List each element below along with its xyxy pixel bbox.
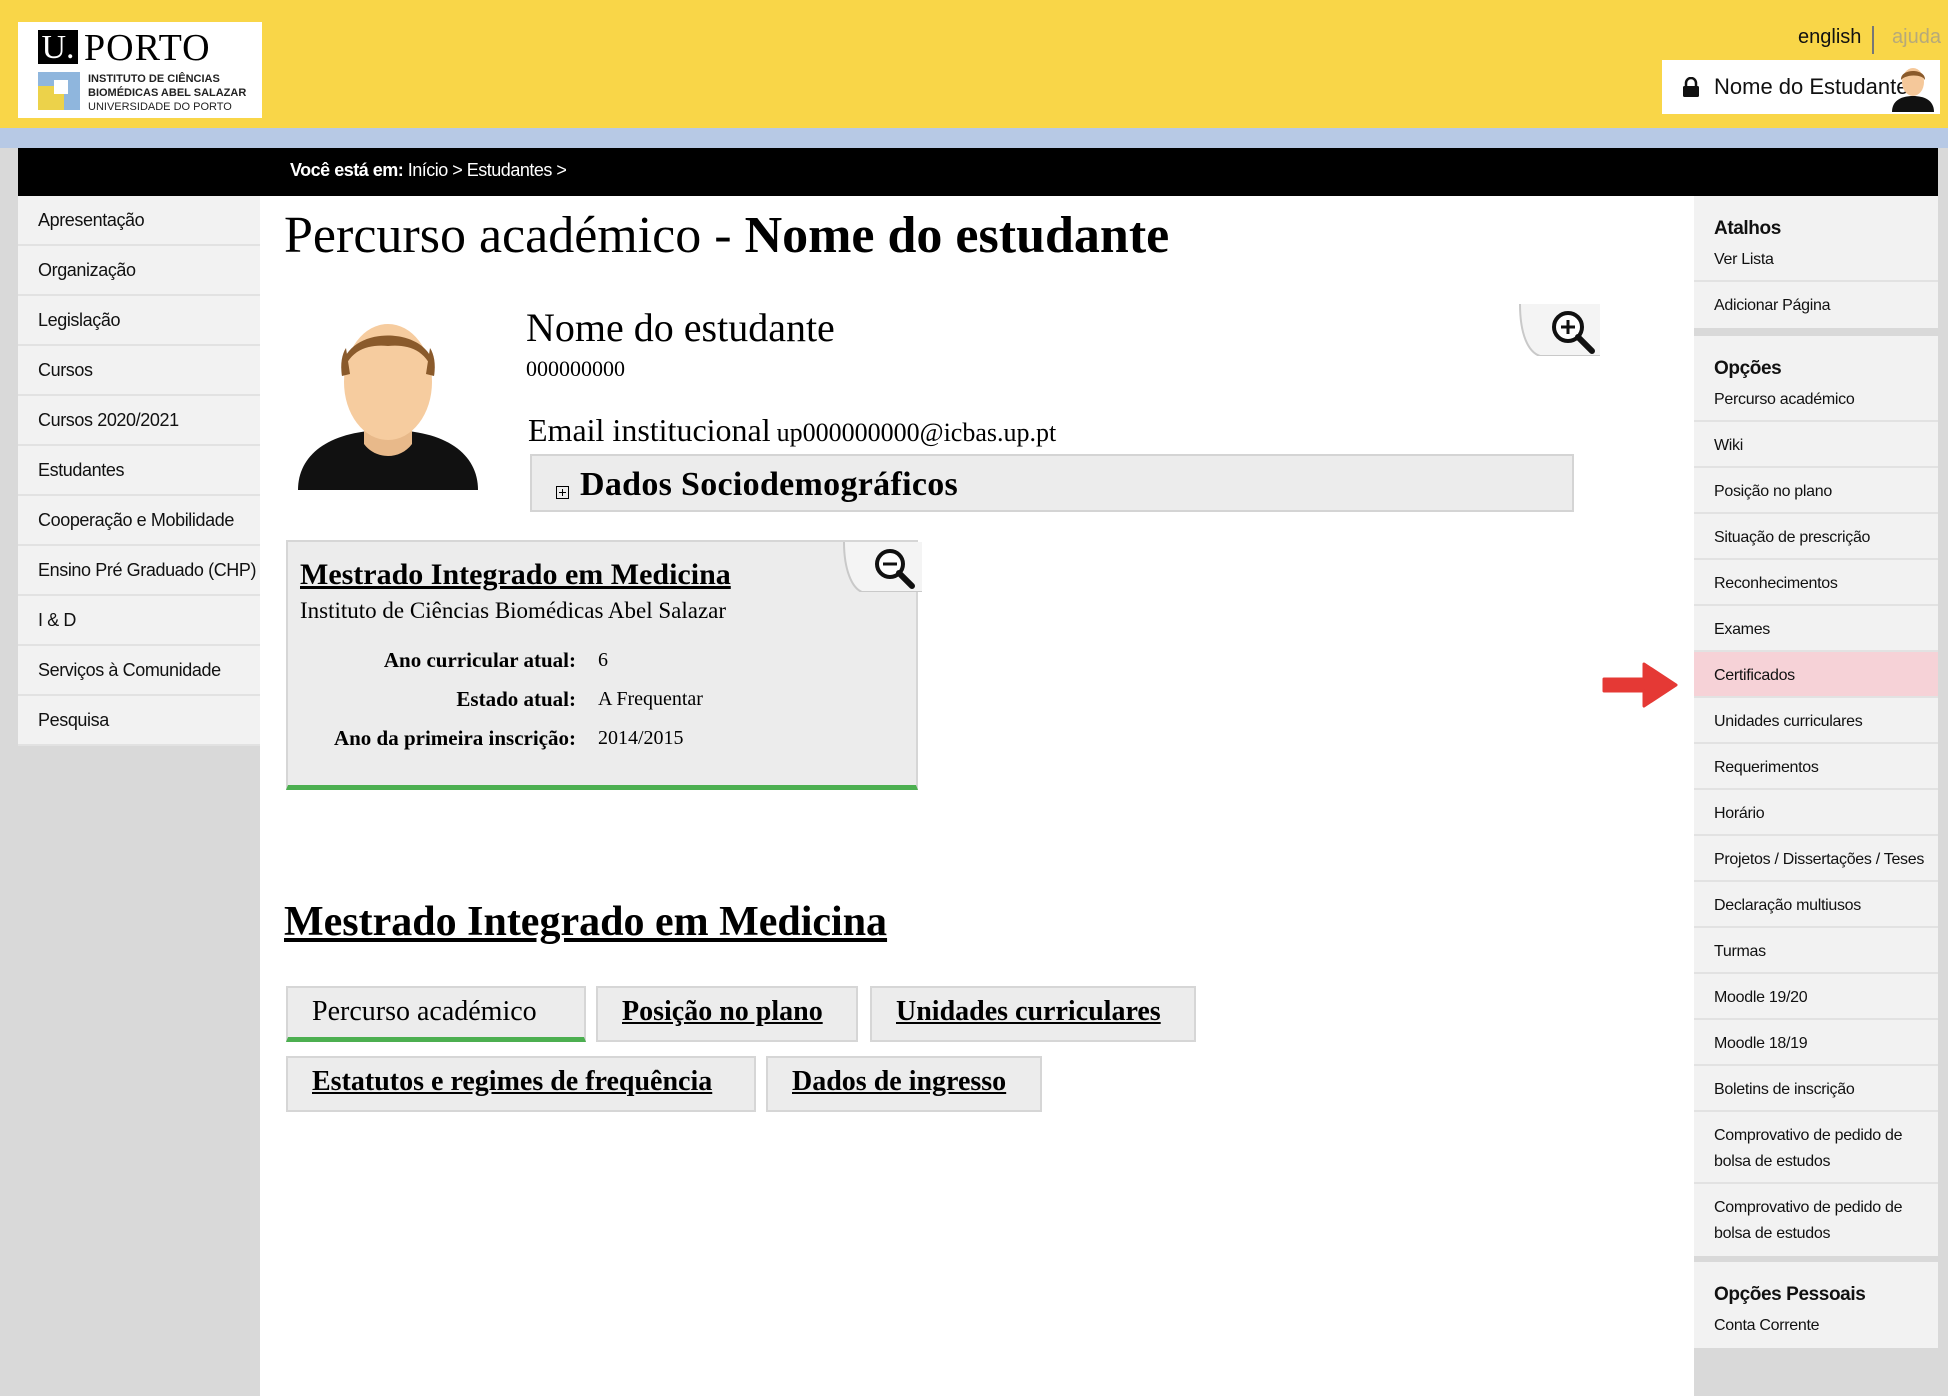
option-item[interactable]: Posição no plano	[1694, 468, 1938, 514]
left-nav-item[interactable]: Cursos 2020/2021	[18, 396, 260, 446]
site-header: U. PORTO INSTITUTO DE CIÊNCIAS BIOMÉDICA…	[0, 0, 1948, 128]
option-item[interactable]: Exames	[1694, 606, 1938, 652]
tab-posicao-no-plano[interactable]: Posição no plano	[596, 986, 858, 1042]
language-bar: english ajuda	[1760, 26, 1941, 54]
left-nav-item[interactable]: Cooperação e Mobilidade	[18, 496, 260, 546]
user-avatar-icon	[1892, 68, 1934, 112]
option-item[interactable]: Situação de prescrição	[1694, 514, 1938, 560]
help-link[interactable]: ajuda	[1892, 26, 1941, 49]
course-field-label: Ano curricular atual:	[383, 648, 576, 672]
left-nav-item[interactable]: I & D	[18, 596, 260, 646]
shortcuts-section: Atalhos Ver Lista Adicionar Página	[1694, 196, 1938, 328]
shortcuts-heading: Atalhos	[1714, 218, 1781, 239]
left-nav-item[interactable]: Legislação	[18, 296, 260, 346]
option-item[interactable]: Wiki	[1694, 422, 1938, 468]
option-item[interactable]: Comprovativo de pedido de bolsa de estud…	[1694, 1184, 1938, 1256]
tab-dados-ingresso[interactable]: Dados de ingresso	[766, 1056, 1042, 1112]
logo-porto: PORTO	[84, 27, 211, 69]
option-item[interactable]: Moodle 18/19	[1694, 1020, 1938, 1066]
option-item[interactable]: Moodle 19/20	[1694, 974, 1938, 1020]
left-nav-item[interactable]: Apresentação	[18, 196, 260, 246]
expand-plus-icon	[556, 486, 569, 499]
breadcrumb-prefix: Você está em:	[290, 160, 404, 180]
option-item[interactable]: Declaração multiusos	[1694, 882, 1938, 928]
breadcrumb: Você está em: Início > Estudantes >	[18, 148, 1938, 196]
section-title[interactable]: Mestrado Integrado em Medicina	[284, 898, 887, 946]
option-item[interactable]: Boletins de inscrição	[1694, 1066, 1938, 1112]
logo-university: UNIVERSIDADE DO PORTO	[88, 101, 232, 113]
uporto-logo[interactable]: U. PORTO INSTITUTO DE CIÊNCIAS BIOMÉDICA…	[18, 22, 262, 118]
sociodemographic-label: Dados Sociodemográficos	[580, 466, 959, 503]
tab-unidades-curriculares[interactable]: Unidades curriculares	[870, 986, 1196, 1042]
logo-u: U.	[38, 30, 78, 66]
option-item[interactable]: Horário	[1694, 790, 1938, 836]
student-number: 000000000	[526, 356, 625, 381]
language-separator	[1872, 26, 1874, 54]
personal-option-item[interactable]: Conta Corrente	[1694, 1302, 1938, 1348]
option-item[interactable]: Turmas	[1694, 928, 1938, 974]
sociodemographic-toggle[interactable]: Dados Sociodemográficos	[530, 454, 1574, 512]
shortcut-item[interactable]: Ver Lista	[1694, 236, 1938, 282]
option-item[interactable]: Requerimentos	[1694, 744, 1938, 790]
email-label: Email institucional	[528, 412, 771, 448]
course-field-value: A Frequentar	[598, 688, 703, 710]
option-item[interactable]: Comprovativo de pedido de bolsa de estud…	[1694, 1112, 1938, 1184]
breadcrumb-path[interactable]: Início > Estudantes >	[408, 160, 567, 180]
lock-icon	[1683, 77, 1699, 97]
zoom-out-icon[interactable]	[842, 542, 922, 592]
student-name: Nome do estudante	[526, 305, 835, 350]
left-nav: Apresentação Organização Legislação Curs…	[18, 196, 260, 746]
page-title: Percurso académico - Nome do estudante	[284, 207, 1170, 264]
personal-options-heading: Opções Pessoais	[1714, 1284, 1866, 1305]
red-arrow-icon	[1602, 662, 1678, 708]
user-box[interactable]: Nome do Estudante	[1662, 60, 1940, 114]
course-field-label: Ano da primeira inscrição:	[333, 726, 576, 750]
left-nav-item[interactable]: Organização	[18, 246, 260, 296]
left-nav-item[interactable]: Estudantes	[18, 446, 260, 496]
personal-options-section: Opções Pessoais Conta Corrente	[1694, 1262, 1938, 1348]
right-nav: Atalhos Ver Lista Adicionar Página Opçõe…	[1694, 196, 1938, 1396]
course-card-title[interactable]: Mestrado Integrado em Medicina	[300, 558, 731, 592]
options-heading: Opções	[1714, 358, 1782, 379]
left-nav-item[interactable]: Serviços à Comunidade	[18, 646, 260, 696]
options-section: Opções Percurso académico Wiki Posição n…	[1694, 336, 1938, 1256]
logo-institute: INSTITUTO DE CIÊNCIAS BIOMÉDICAS ABEL SA…	[88, 73, 247, 99]
zoom-in-icon[interactable]	[1518, 304, 1600, 356]
course-field-value: 6	[598, 649, 608, 671]
main-content: Percurso académico - Nome do estudante N…	[260, 196, 1694, 1396]
tab-percurso-academico[interactable]: Percurso académico	[286, 986, 586, 1042]
option-item[interactable]: Reconhecimentos	[1694, 560, 1938, 606]
email-row: Email institucional up000000000@icbas.up.…	[528, 412, 1056, 449]
course-card-institution: Instituto de Ciências Biomédicas Abel Sa…	[300, 598, 727, 623]
option-item[interactable]: Unidades curriculares	[1694, 698, 1938, 744]
left-nav-item[interactable]: Cursos	[18, 346, 260, 396]
course-card: Mestrado Integrado em Medicina Instituto…	[286, 540, 922, 790]
tab-estatutos-regimes[interactable]: Estatutos e regimes de frequência	[286, 1056, 756, 1112]
logo-emblem-icon	[38, 72, 80, 110]
english-link[interactable]: english	[1798, 26, 1861, 49]
left-nav-item[interactable]: Ensino Pré Graduado (CHP)	[18, 546, 260, 596]
course-field-label: Estado atual:	[456, 687, 576, 711]
shortcut-item[interactable]: Adicionar Página	[1694, 282, 1938, 328]
option-item[interactable]: Projetos / Dissertações / Teses	[1694, 836, 1938, 882]
left-nav-item[interactable]: Pesquisa	[18, 696, 260, 746]
student-photo-icon	[298, 324, 478, 490]
option-item-certificados[interactable]: Certificados	[1694, 652, 1938, 698]
header-stripe	[0, 128, 1948, 148]
course-field-value: 2014/2015	[598, 727, 684, 749]
email-value[interactable]: up000000000@icbas.up.pt	[777, 418, 1057, 447]
option-item[interactable]: Percurso académico	[1694, 376, 1938, 422]
user-name: Nome do Estudante	[1714, 74, 1909, 99]
